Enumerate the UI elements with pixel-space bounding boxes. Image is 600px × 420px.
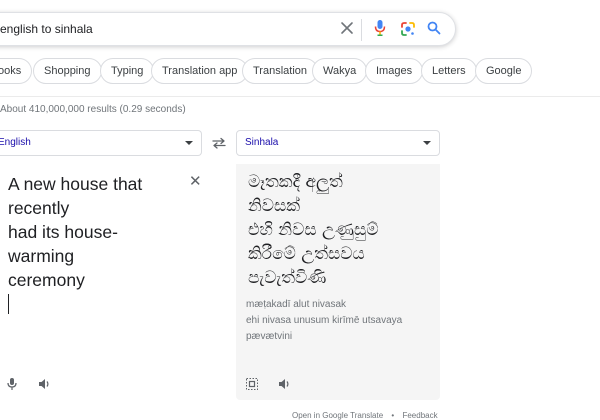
chip-books[interactable]: ooks — [0, 58, 33, 84]
chip-letters[interactable]: Letters — [421, 58, 477, 84]
transliteration-text: mæṭakadī alut nivasak ehi nivasa unusum … — [246, 299, 403, 342]
microphone-icon[interactable] — [6, 377, 18, 391]
chip-label: Google — [486, 65, 522, 77]
footer-separator: • — [391, 411, 395, 420]
open-in-translate-link[interactable]: Open in Google Translate — [292, 411, 383, 420]
text-cursor — [8, 294, 9, 314]
chip-label: Translation app — [162, 65, 238, 77]
microphone-icon[interactable] — [374, 19, 386, 37]
chip-wakya[interactable]: Wakya — [312, 58, 368, 84]
speaker-icon[interactable] — [277, 377, 291, 391]
chip-translation-app[interactable]: Translation app — [151, 58, 249, 84]
search-divider — [361, 19, 362, 41]
chip-translation[interactable]: Translation — [242, 58, 319, 84]
source-text-area[interactable]: A new house that recently had its house-… — [8, 172, 178, 292]
speaker-icon[interactable] — [37, 377, 51, 391]
chip-label: Letters — [432, 65, 466, 77]
feedback-link[interactable]: Feedback — [402, 411, 437, 420]
search-input[interactable]: english to sinhala — [0, 22, 93, 36]
chevron-down-icon — [185, 141, 193, 145]
translated-text: මෑතකදී අලුත් නිවසක් එහි නිවස උණුසුම් කිර… — [248, 172, 379, 288]
clear-source-icon[interactable]: ✕ — [189, 172, 202, 190]
chip-typing[interactable]: Typing — [100, 58, 155, 84]
chip-shopping[interactable]: Shopping — [33, 58, 102, 84]
source-language-select[interactable]: English — [0, 130, 202, 156]
google-lens-icon[interactable] — [400, 21, 416, 37]
chip-google[interactable]: Google — [475, 58, 533, 84]
chip-label: ooks — [0, 65, 22, 77]
header-divider — [0, 96, 600, 97]
chevron-down-icon — [423, 141, 431, 145]
target-language-label: Sinhala — [245, 137, 279, 148]
chip-label: Shopping — [44, 65, 91, 77]
chip-images[interactable]: Images — [365, 58, 424, 84]
results-stats: About 410,000,000 results (0.29 seconds) — [0, 104, 186, 115]
close-icon[interactable] — [340, 21, 354, 35]
target-language-select[interactable]: Sinhala — [236, 130, 440, 156]
chip-label: Wakya — [323, 65, 357, 77]
chip-label: Translation — [253, 65, 308, 77]
copy-icon[interactable] — [245, 377, 259, 391]
source-language-label: English — [0, 137, 31, 148]
translate-footer: Open in Google Translate • Feedback — [292, 411, 438, 420]
search-icon[interactable] — [427, 21, 441, 35]
swap-arrows-icon[interactable] — [211, 137, 227, 149]
chip-label: Typing — [111, 65, 144, 77]
chip-label: Images — [376, 65, 413, 77]
